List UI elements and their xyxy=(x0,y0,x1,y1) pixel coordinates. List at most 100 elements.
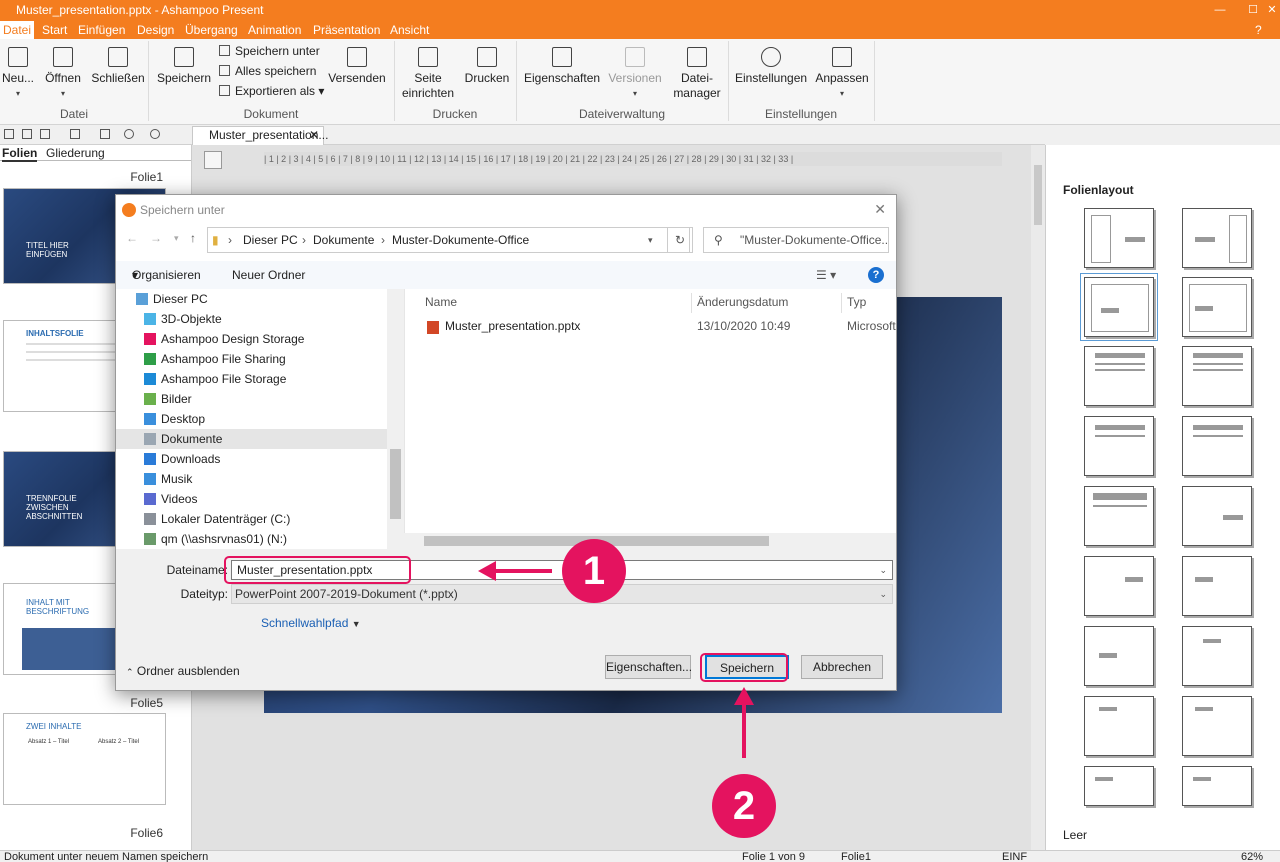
breadcrumb-item[interactable]: Muster-Dokumente-Office xyxy=(392,228,529,252)
help-icon[interactable]: ? xyxy=(868,267,884,283)
redo-icon[interactable] xyxy=(150,129,160,139)
editor-scrollbar[interactable] xyxy=(1031,145,1045,850)
close-tab-icon[interactable]: ✕ xyxy=(309,127,319,144)
tree-item-file-sharing[interactable]: Ashampoo File Sharing xyxy=(144,349,389,369)
print-button[interactable]: Drucken xyxy=(462,47,512,86)
tree-item-dieser-pc[interactable]: Dieser PC xyxy=(136,289,381,309)
column-name[interactable]: Name xyxy=(425,295,457,309)
menu-design[interactable]: Design xyxy=(134,21,177,39)
back-arrow-icon[interactable]: ← xyxy=(126,231,138,245)
tree-scrollbar[interactable] xyxy=(387,289,404,549)
menu-animation[interactable]: Animation xyxy=(245,21,304,39)
cancel-button[interactable]: Abbrechen xyxy=(801,655,883,679)
layout-option[interactable] xyxy=(1182,416,1252,476)
organize-button[interactable]: Organisieren ▾ xyxy=(132,261,201,289)
layout-option[interactable] xyxy=(1182,277,1252,337)
layout-option[interactable] xyxy=(1084,626,1154,686)
file-manager-button[interactable]: Datei-manager xyxy=(670,47,724,101)
menu-datei[interactable]: Datei xyxy=(0,21,35,39)
layout-option-selected[interactable] xyxy=(1080,273,1158,341)
open-icon[interactable] xyxy=(70,129,80,139)
tree-item-design-storage[interactable]: Ashampoo Design Storage xyxy=(144,329,389,349)
close-icon[interactable]: ✕ xyxy=(1262,0,1280,21)
tree-item-videos[interactable]: Videos xyxy=(144,489,389,509)
address-bar[interactable]: ▮ › Dieser PC › Dokumente › Muster-Dokum… xyxy=(207,227,690,253)
quick-path-button[interactable]: Schnellwahlpfad ▼ xyxy=(261,616,361,630)
save-icon[interactable] xyxy=(100,129,110,139)
properties-button[interactable]: Eigenschaften... xyxy=(605,655,692,679)
save-all-button[interactable]: Alles speichern xyxy=(219,63,316,79)
properties-button[interactable]: Eigenschaften xyxy=(524,47,600,86)
menu-einfuegen[interactable]: Einfügen xyxy=(75,21,128,39)
layout-option[interactable] xyxy=(1182,556,1252,616)
slide-thumb-5[interactable]: ZWEI INHALTE Absatz 1 – Titel Absatz 2 –… xyxy=(3,713,166,805)
new-folder-button[interactable]: Neuer Ordner xyxy=(232,261,305,289)
scroll-thumb[interactable] xyxy=(390,449,401,519)
layout-option[interactable] xyxy=(1084,766,1154,806)
tree-item-file-storage[interactable]: Ashampoo File Storage xyxy=(144,369,389,389)
breadcrumb-item[interactable]: Dieser PC xyxy=(243,228,298,252)
status-zoom[interactable]: 62% xyxy=(1241,851,1263,862)
close-doc-button[interactable]: Schließen xyxy=(91,47,145,86)
minimize-icon[interactable]: — xyxy=(1210,0,1230,21)
layout-option[interactable] xyxy=(1182,346,1252,406)
help-icon[interactable]: ? xyxy=(1252,21,1265,39)
layout-option[interactable] xyxy=(1182,696,1252,756)
open-button[interactable]: Öffnen ▾ xyxy=(42,47,84,101)
layout-option[interactable] xyxy=(1084,696,1154,756)
layout-option[interactable] xyxy=(1182,208,1252,268)
tree-item-bilder[interactable]: Bilder xyxy=(144,389,389,409)
tree-item-lokaler-datentraeger[interactable]: Lokaler Datenträger (C:) xyxy=(144,509,389,529)
page-setup-button[interactable]: Seite einrichten xyxy=(400,47,456,101)
layout-option[interactable] xyxy=(1182,626,1252,686)
send-button[interactable]: Versenden xyxy=(328,47,386,86)
tree-item-network-drive[interactable]: qm (\\ashsrvnas01) (N:) xyxy=(144,529,389,549)
menu-praesentation[interactable]: Präsentation xyxy=(310,21,383,39)
tree-item-desktop[interactable]: Desktop xyxy=(144,409,389,429)
dialog-close-icon[interactable]: ✕ xyxy=(874,201,886,218)
menu-icon[interactable] xyxy=(4,129,14,139)
pointer-icon[interactable] xyxy=(22,129,32,139)
search-input[interactable]: ⚲ "Muster-Dokumente-Office... xyxy=(703,227,889,253)
versions-button[interactable]: Versionen ▾ xyxy=(606,47,664,101)
tree-item-downloads[interactable]: Downloads xyxy=(144,449,389,469)
settings-button[interactable]: Einstellungen xyxy=(735,47,807,86)
export-button[interactable]: Exportieren als ▾ xyxy=(219,83,324,99)
up-arrow-icon[interactable]: ↑ xyxy=(190,231,196,245)
menu-ansicht[interactable]: Ansicht xyxy=(387,21,432,39)
new-button[interactable]: Neu... ▾ xyxy=(2,47,34,101)
tab-gliederung[interactable]: Gliederung xyxy=(46,146,105,160)
hide-folders-toggle[interactable]: ⌃ Ordner ausblenden xyxy=(126,664,240,678)
save-as-button[interactable]: Speichern unter xyxy=(219,43,320,59)
layout-option[interactable] xyxy=(1084,556,1154,616)
layout-option[interactable] xyxy=(1084,416,1154,476)
undo-icon[interactable] xyxy=(124,129,134,139)
file-list-hscrollbar[interactable] xyxy=(404,533,896,549)
save-button[interactable]: Speichern xyxy=(157,47,211,86)
scroll-thumb[interactable] xyxy=(1034,165,1042,225)
history-dropdown-icon[interactable]: ▾ xyxy=(174,233,179,244)
maximize-icon[interactable]: ☐ xyxy=(1243,0,1263,21)
tree-item-musik[interactable]: Musik xyxy=(144,469,389,489)
column-date[interactable]: Änderungsdatum xyxy=(697,295,788,309)
view-options-icon[interactable]: ☰ ▾ xyxy=(816,261,836,289)
layout-option[interactable] xyxy=(1182,486,1252,546)
chevron-down-icon[interactable]: ▾ xyxy=(648,228,653,252)
tab-folien[interactable]: Folien xyxy=(2,146,38,162)
new-icon[interactable] xyxy=(40,129,50,139)
chevron-down-icon[interactable]: ⌄ xyxy=(879,561,887,579)
chevron-down-icon[interactable]: ⌄ xyxy=(879,585,887,603)
layout-option[interactable] xyxy=(1084,346,1154,406)
tree-item-3d-objekte[interactable]: 3D-Objekte xyxy=(144,309,389,329)
customize-button[interactable]: Anpassen ▾ xyxy=(814,47,870,101)
layout-option[interactable] xyxy=(1182,766,1252,806)
filetype-select[interactable]: PowerPoint 2007-2019-Dokument (*.pptx) ⌄ xyxy=(231,584,893,604)
column-type[interactable]: Typ xyxy=(847,295,866,309)
layout-option[interactable] xyxy=(1084,208,1154,268)
breadcrumb-item[interactable]: Dokumente xyxy=(313,228,374,252)
menu-uebergang[interactable]: Übergang xyxy=(182,21,241,39)
tab-document[interactable]: Muster_presentation... ✕ xyxy=(192,126,328,145)
layout-option[interactable] xyxy=(1084,486,1154,546)
menu-start[interactable]: Start xyxy=(39,21,70,39)
refresh-icon[interactable]: ↻ xyxy=(667,227,693,253)
